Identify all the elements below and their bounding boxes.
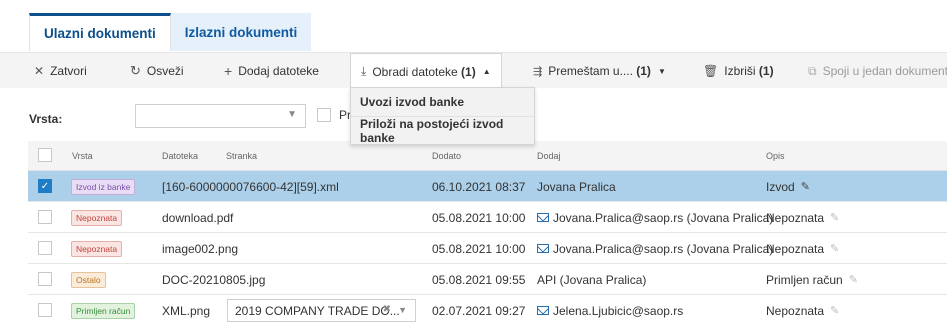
move-icon: ⇶ [533, 65, 543, 78]
move-to-button[interactable]: ⇶ Premeštam u.... (1) ▼ [533, 53, 666, 89]
column-added-by[interactable]: Dodaj [537, 141, 561, 171]
type-filter-select[interactable]: ▼ [135, 104, 306, 128]
process-files-menu: Uvozi izvod banke Priloži na postojeći i… [350, 87, 535, 145]
refresh-label: Osveži [146, 64, 184, 78]
description: Nepoznata [766, 210, 825, 225]
delete-label: Izbriši [724, 64, 756, 78]
delete-count: (1) [758, 64, 774, 78]
close-label: Zatvori [50, 64, 87, 78]
type-badge: Primljen račun [71, 302, 136, 319]
chevron-down-icon: ▼ [398, 305, 407, 315]
edit-icon[interactable]: ✎ [801, 180, 810, 193]
added-date: 05.08.2021 09:55 [432, 272, 526, 287]
move-to-count: (1) [636, 64, 651, 78]
process-files-button[interactable]: ⤓ Obradi datoteke (1) ▲ [350, 53, 502, 89]
table-row[interactable]: ✓ Izvod iz banke [160-6000000076600-42][59… [28, 171, 947, 202]
menu-item-import-bank-statement[interactable]: Uvozi izvod banke [351, 88, 534, 116]
process-files-label: Obradi datoteke [372, 64, 458, 79]
description: Izvod [766, 179, 795, 194]
type-filter-label: Vrsta: [29, 112, 63, 126]
description: Nepoznata [766, 303, 825, 318]
plus-icon: + [224, 63, 233, 79]
filter-checkbox[interactable] [317, 108, 331, 122]
close-icon: ✕ [34, 64, 45, 78]
file-name[interactable]: [160-6000000076600-42][59].xml [162, 171, 339, 202]
table-row[interactable]: Nepoznata image002.png 05.08.2021 10:00 Jov… [28, 233, 947, 264]
added-by: Jovana.Pralica@saop.rs (Jovana Pralica) [553, 210, 774, 225]
edit-icon[interactable]: ✎ [849, 273, 858, 286]
row-checkbox[interactable] [38, 272, 52, 286]
added-by: API (Jovana Pralica) [537, 272, 647, 287]
column-party[interactable]: Stranka [226, 141, 257, 171]
merge-document-label: Spoji u jedan dokument [822, 64, 947, 78]
mail-icon [537, 306, 549, 315]
type-badge: Nepoznata [71, 240, 123, 257]
table-row[interactable]: Ostalo DOC-20210805.jpg 05.08.2021 09:55 AP… [28, 264, 947, 295]
toolbar: ✕ Zatvori ↻ Osveži + Dodaj datoteke ⤓ Ob… [0, 52, 947, 89]
description: Primljen račun [766, 272, 843, 287]
file-name[interactable]: image002.png [162, 233, 238, 264]
added-by: Jelena.Ljubicic@saop.rs [553, 303, 684, 318]
type-badge: Nepoznata [71, 209, 123, 226]
process-files-count: (1) [461, 64, 476, 79]
chevron-down-icon: ▼ [287, 109, 297, 120]
type-badge: Ostalo [71, 271, 106, 288]
process-icon: ⤓ [361, 64, 367, 78]
refresh-icon: ↻ [130, 63, 141, 78]
delete-button[interactable]: 🗑 Izbriši (1) [703, 53, 774, 89]
row-checkbox[interactable] [38, 210, 52, 224]
tab-outgoing-documents[interactable]: Izlazni dokumenti [170, 13, 312, 51]
added-by: Jovana Pralica [537, 179, 616, 194]
added-date: 06.10.2021 08:37 [432, 179, 526, 194]
file-name[interactable]: download.pdf [162, 202, 233, 233]
row-checkbox[interactable]: ✓ [38, 179, 52, 193]
added-date: 05.08.2021 10:00 [432, 241, 526, 256]
mail-icon [537, 213, 549, 222]
tab-incoming-documents[interactable]: Ulazni dokumenti [29, 13, 171, 51]
chevron-up-icon: ▲ [482, 67, 491, 76]
file-name[interactable]: XML.png [162, 295, 210, 325]
file-name[interactable]: DOC-20210805.jpg [162, 264, 265, 295]
edit-icon[interactable]: ✎ [830, 304, 839, 317]
add-files-button[interactable]: + Dodaj datoteke [224, 53, 319, 89]
refresh-button[interactable]: ↻ Osveži [130, 53, 184, 89]
column-description[interactable]: Opis [766, 141, 785, 171]
column-added[interactable]: Dodato [432, 141, 461, 171]
table-row[interactable]: Nepoznata download.pdf 05.08.2021 10:00 Jov… [28, 202, 947, 233]
added-date: 05.08.2021 10:00 [432, 210, 526, 225]
table-header: Vrsta Datoteka Stranka Dodato Dodaj Opis [28, 141, 947, 171]
party-select[interactable]: 2019 COMPANY TRADE DO... ✖ ▼ [227, 299, 416, 322]
close-button[interactable]: ✕ Zatvori [34, 53, 87, 89]
column-type[interactable]: Vrsta [72, 141, 93, 171]
table-row[interactable]: Primljen račun XML.png 2019 COMPANY TRADE … [28, 295, 947, 325]
merge-document-button[interactable]: ⧉ Spoji u jedan dokument [808, 53, 947, 89]
added-date: 02.07.2021 09:27 [432, 303, 526, 318]
edit-icon[interactable]: ✎ [830, 242, 839, 255]
description: Nepoznata [766, 241, 825, 256]
menu-item-attach-to-bank-statement[interactable]: Priloži na postojeći izvod banke [351, 116, 534, 145]
merge-icon: ⧉ [808, 63, 817, 78]
row-checkbox[interactable] [38, 241, 52, 255]
mail-icon [537, 244, 549, 253]
select-all-checkbox[interactable] [38, 148, 52, 162]
document-tabs: Ulazni dokumenti Izlazni dokumenti [29, 13, 312, 51]
edit-icon[interactable]: ✎ [830, 211, 839, 224]
add-files-label: Dodaj datoteke [238, 64, 319, 78]
type-badge: Izvod iz banke [71, 178, 136, 195]
row-checkbox[interactable] [38, 303, 52, 317]
move-to-label: Premeštam u.... [548, 64, 633, 78]
clear-icon[interactable]: ✖ [383, 304, 391, 315]
party-value: 2019 COMPANY TRADE DO... [235, 303, 400, 318]
trash-icon: 🗑 [703, 64, 719, 78]
column-file[interactable]: Datoteka [162, 141, 198, 171]
added-by: Jovana.Pralica@saop.rs (Jovana Pralica) [553, 241, 774, 256]
chevron-down-icon: ▼ [657, 66, 666, 76]
